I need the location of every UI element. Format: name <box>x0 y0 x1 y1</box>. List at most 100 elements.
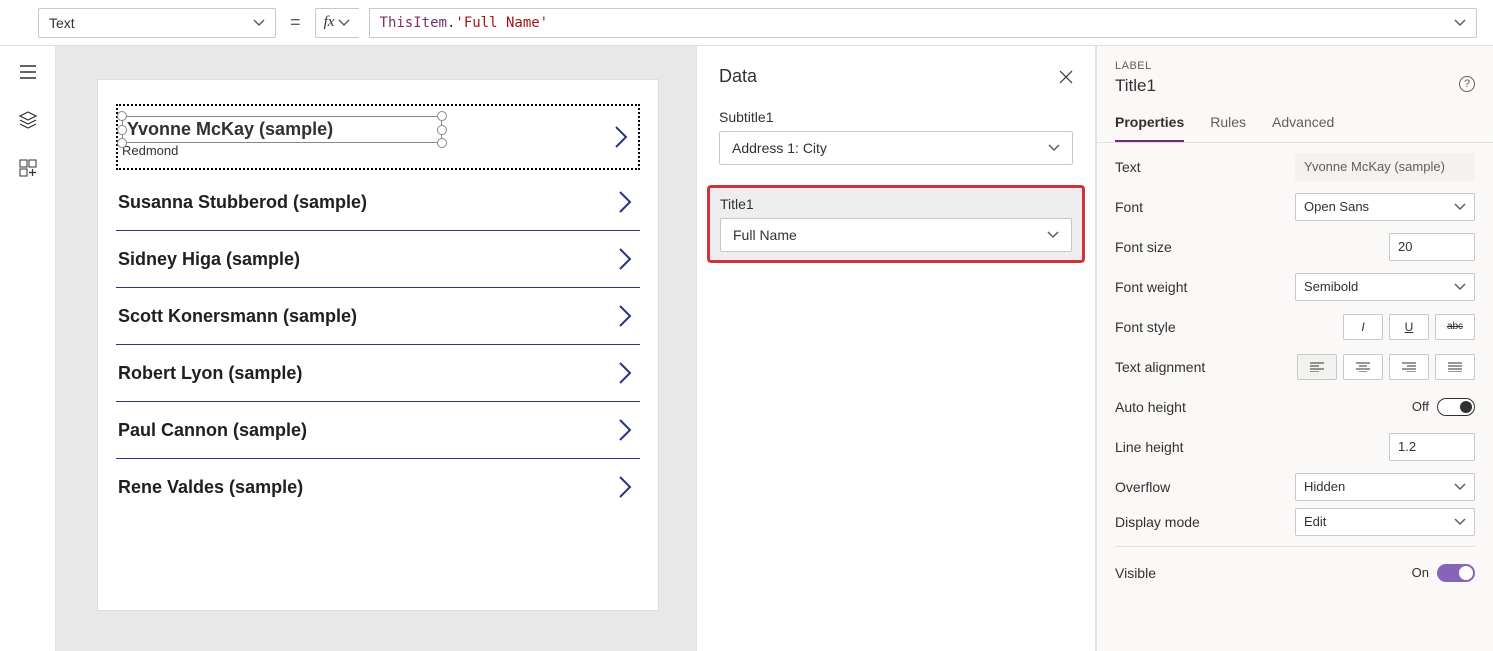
tab-rules[interactable]: Rules <box>1210 114 1246 142</box>
props-tabs: Properties Rules Advanced <box>1097 100 1493 143</box>
chevron-down-icon <box>1048 142 1060 154</box>
gallery-item[interactable]: Sidney Higa (sample) <box>116 231 640 288</box>
prop-visible-label: Visible <box>1115 565 1156 581</box>
align-left-icon <box>1310 362 1324 372</box>
chevron-down-icon <box>1454 481 1466 493</box>
prop-text-label: Text <box>1115 159 1141 175</box>
insert-icon[interactable] <box>18 158 38 178</box>
chevron-down-icon <box>1454 281 1466 293</box>
prop-fontsize-input[interactable]: 20 <box>1389 233 1475 261</box>
chevron-right-icon[interactable] <box>612 123 630 151</box>
layers-icon[interactable] <box>18 110 38 130</box>
gallery-item-title: Scott Konersmann (sample) <box>118 306 357 327</box>
italic-button[interactable]: I <box>1343 314 1383 340</box>
gallery-item-subtitle[interactable]: Redmond <box>122 143 612 158</box>
gallery-item[interactable]: Scott Konersmann (sample) <box>116 288 640 345</box>
gallery-item[interactable]: Susanna Stubberod (sample) <box>116 174 640 231</box>
close-icon[interactable] <box>1059 70 1073 84</box>
left-rail <box>0 46 56 651</box>
screen-preview: Yvonne McKay (sample) Redmond S <box>98 80 658 610</box>
prop-lineheight-label: Line height <box>1115 439 1184 455</box>
align-center-icon <box>1356 362 1370 372</box>
formula-input[interactable]: ThisItem.'Full Name' <box>369 8 1477 38</box>
prop-align-label: Text alignment <box>1115 359 1205 375</box>
prop-fontstyle-group: I U abc <box>1343 314 1475 340</box>
prop-display-select[interactable]: Edit <box>1295 508 1475 536</box>
chevron-right-icon[interactable] <box>616 188 634 216</box>
title-label: Title1 <box>720 196 1072 212</box>
prop-fontweight-select[interactable]: Semibold <box>1295 273 1475 301</box>
control-type: LABEL <box>1115 60 1475 72</box>
chevron-down-icon <box>338 17 350 29</box>
underline-button[interactable]: U <box>1389 314 1429 340</box>
title-field-group-highlighted: Title1 Full Name <box>707 185 1085 263</box>
fx-button[interactable]: fx <box>315 8 359 38</box>
align-justify-button[interactable] <box>1435 354 1475 380</box>
gallery-item-title: Rene Valdes (sample) <box>118 477 303 498</box>
gallery-item-selected[interactable]: Yvonne McKay (sample) Redmond <box>116 104 640 170</box>
strike-button[interactable]: abc <box>1435 314 1475 340</box>
chevron-down-icon <box>1047 229 1059 241</box>
prop-font-label: Font <box>1115 199 1143 215</box>
prop-fontstyle-label: Font style <box>1115 319 1176 335</box>
data-panel: Data Subtitle1 Address 1: City Title1 Fu… <box>696 46 1096 651</box>
align-left-button[interactable] <box>1297 354 1337 380</box>
fx-icon: fx <box>324 14 335 31</box>
chevron-right-icon[interactable] <box>616 245 634 273</box>
data-panel-title: Data <box>719 66 757 87</box>
chevron-down-icon <box>1454 516 1466 528</box>
prop-fontsize-label: Font size <box>1115 239 1172 255</box>
align-justify-icon <box>1448 362 1462 372</box>
gallery-item[interactable]: Robert Lyon (sample) <box>116 345 640 402</box>
chevron-right-icon[interactable] <box>616 302 634 330</box>
prop-text-value[interactable]: Yvonne McKay (sample) <box>1295 153 1475 181</box>
prop-autoheight-label: Auto height <box>1115 399 1186 415</box>
subtitle-label: Subtitle1 <box>719 109 1073 125</box>
chevron-down-icon <box>1454 201 1466 213</box>
resize-handle[interactable] <box>117 111 127 121</box>
prop-font-select[interactable]: Open Sans <box>1295 193 1475 221</box>
gallery-item-title: Susanna Stubberod (sample) <box>118 192 367 213</box>
align-right-icon <box>1402 362 1416 372</box>
canvas[interactable]: Yvonne McKay (sample) Redmond S <box>56 46 696 651</box>
prop-overflow-select[interactable]: Hidden <box>1295 473 1475 501</box>
formula-bar: Text = fx ThisItem.'Full Name' <box>0 0 1493 46</box>
resize-handle[interactable] <box>117 125 127 135</box>
gallery-item[interactable]: Rene Valdes (sample) <box>116 459 640 515</box>
tab-advanced[interactable]: Advanced <box>1272 114 1334 142</box>
resize-handle[interactable] <box>437 138 447 148</box>
property-selector[interactable]: Text <box>38 8 276 38</box>
equals-sign: = <box>286 12 305 33</box>
prop-overflow-label: Overflow <box>1115 479 1170 495</box>
resize-handle[interactable] <box>437 125 447 135</box>
tab-properties[interactable]: Properties <box>1115 114 1184 142</box>
visible-toggle[interactable] <box>1437 564 1475 582</box>
chevron-down-icon <box>253 17 265 29</box>
help-icon[interactable]: ? <box>1459 76 1475 92</box>
properties-panel: LABEL Title1 ? Properties Rules Advanced… <box>1096 46 1493 651</box>
gallery-item-title: Sidney Higa (sample) <box>118 249 300 270</box>
prop-fontweight-label: Font weight <box>1115 279 1187 295</box>
align-center-button[interactable] <box>1343 354 1383 380</box>
formula-text: ThisItem.'Full Name' <box>380 15 549 31</box>
subtitle-select[interactable]: Address 1: City <box>719 131 1073 165</box>
title-select[interactable]: Full Name <box>720 218 1072 252</box>
chevron-right-icon[interactable] <box>616 473 634 501</box>
gallery-item-title: Robert Lyon (sample) <box>118 363 302 384</box>
control-name[interactable]: Title1 <box>1115 76 1156 96</box>
chevron-down-icon[interactable] <box>1454 17 1466 29</box>
gallery-item-title[interactable]: Yvonne McKay (sample) <box>127 119 333 139</box>
hamburger-icon[interactable] <box>18 62 38 82</box>
subtitle-field-group: Subtitle1 Address 1: City <box>719 103 1073 171</box>
prop-lineheight-input[interactable]: 1.2 <box>1389 433 1475 461</box>
prop-display-label: Display mode <box>1115 514 1200 530</box>
chevron-right-icon[interactable] <box>616 416 634 444</box>
chevron-right-icon[interactable] <box>616 359 634 387</box>
gallery-item[interactable]: Paul Cannon (sample) <box>116 402 640 459</box>
resize-handle[interactable] <box>117 138 127 148</box>
align-right-button[interactable] <box>1389 354 1429 380</box>
autoheight-toggle[interactable] <box>1437 398 1475 416</box>
property-selector-value: Text <box>49 15 75 31</box>
gallery-item-title: Paul Cannon (sample) <box>118 420 307 441</box>
resize-handle[interactable] <box>437 111 447 121</box>
